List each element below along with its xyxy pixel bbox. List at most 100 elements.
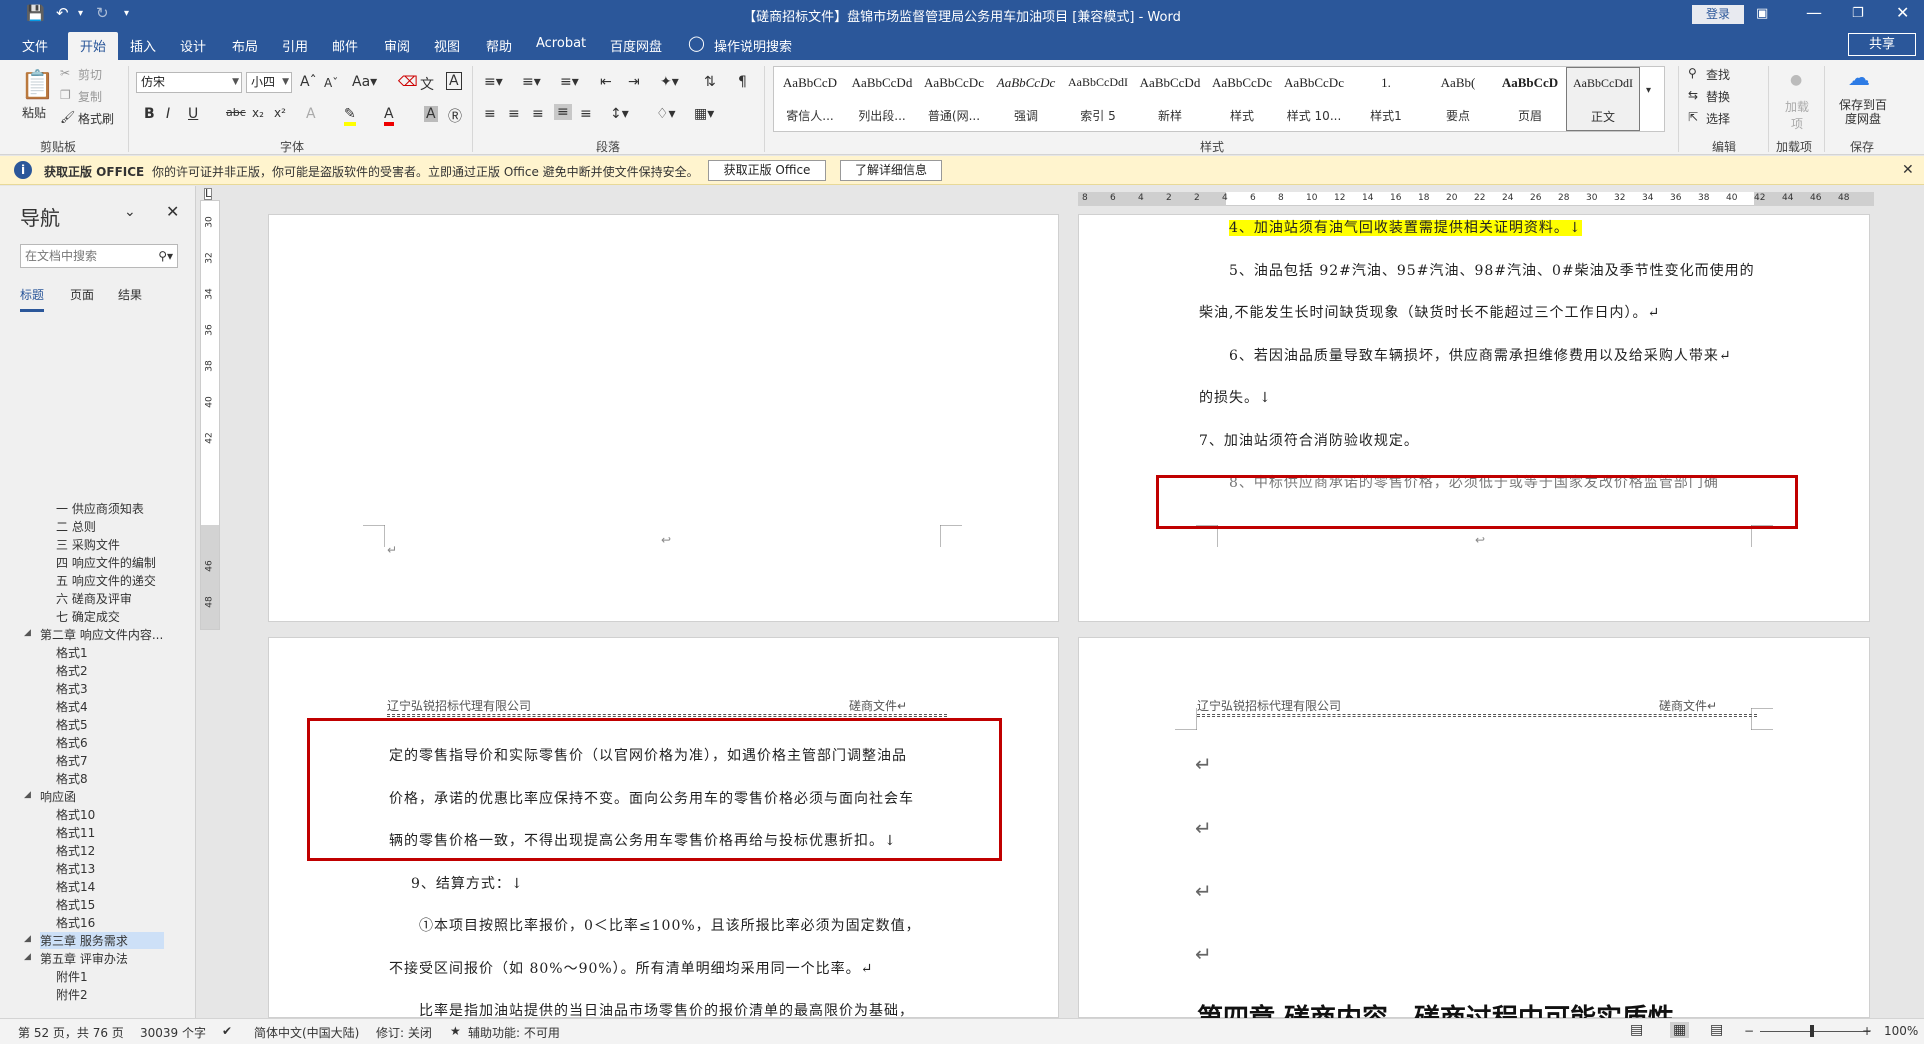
style-item[interactable]: AaBbCcD 页眉 — [1494, 67, 1566, 131]
justify-icon[interactable]: ≡ — [554, 104, 572, 120]
print-layout-icon[interactable]: ▦ — [1670, 1022, 1690, 1038]
bullets-icon[interactable]: ≡▾ — [484, 74, 503, 90]
web-layout-icon[interactable]: ▤ — [1710, 1022, 1723, 1038]
horizontal-ruler[interactable]: 8 6 4 2 2 4 6 8 10 12 14 16 18 20 22 24 26 28 30 32 34 36 38 40… — [1078, 192, 1874, 206]
nav-heading-item[interactable]: 五 响应文件的递交 — [56, 572, 156, 589]
style-item[interactable]: AaBb(要点 — [1422, 67, 1494, 131]
phonetic-guide-icon[interactable]: 文 — [420, 74, 434, 94]
char-border-icon[interactable]: A — [446, 72, 462, 90]
chinese-layout-icon[interactable]: ✦▾ — [660, 74, 679, 90]
underline-icon[interactable]: U — [188, 106, 198, 122]
style-item[interactable]: AaBbCcDd 新样 — [1134, 67, 1206, 131]
style-item[interactable]: AaBbCcDc 样式 10... — [1278, 67, 1350, 131]
decrease-indent-icon[interactable]: ⇤ — [600, 74, 612, 90]
nav-tab-pages[interactable]: 页面 — [70, 286, 94, 303]
tab-selector-icon[interactable]: L — [204, 188, 213, 200]
tab-help[interactable]: 帮助 — [486, 36, 512, 55]
char-shading-icon[interactable]: A — [424, 106, 438, 122]
nav-heading-item[interactable]: 格式14 — [56, 878, 95, 895]
format-painter-button[interactable]: 格式刷 — [78, 110, 114, 127]
nav-heading-item[interactable]: 格式16 — [56, 914, 95, 931]
tab-home[interactable]: 开始 — [68, 32, 119, 60]
font-size-select[interactable]: 小四 ▼ — [246, 72, 292, 93]
nav-heading-item[interactable]: 格式1 — [56, 644, 88, 661]
borders-icon[interactable]: ▦▾ — [694, 106, 714, 122]
vertical-ruler[interactable]: 30 32 34 36 38 40 42 46 48 — [200, 200, 220, 630]
tab-file[interactable]: 文件 — [22, 36, 48, 55]
change-case-icon[interactable]: Aa▾ — [352, 74, 377, 90]
cut-icon[interactable]: ✂ — [60, 66, 70, 80]
tab-review[interactable]: 审阅 — [384, 36, 410, 55]
style-item[interactable]: AaBbCcDc 强调 — [990, 67, 1062, 131]
multilevel-list-icon[interactable]: ≡▾ — [560, 74, 579, 90]
nav-heading-item[interactable]: 格式2 — [56, 662, 88, 679]
highlight-icon[interactable]: ✎ — [344, 106, 356, 126]
document-page[interactable]: ↵ ↩ — [268, 214, 1059, 622]
document-page[interactable]: 4、加油站须有油气回收装置需提供相关证明资料。↓ 5、油品包括 92#汽油、95… — [1078, 214, 1870, 622]
accessibility[interactable]: 辅助功能: 不可用 — [468, 1024, 560, 1041]
track-changes[interactable]: 修订: 关闭 — [376, 1024, 432, 1041]
nav-heading-item[interactable]: 附件2 — [56, 986, 88, 1003]
zoom-out-icon[interactable]: − — [1744, 1024, 1754, 1038]
get-genuine-button[interactable]: 获取正版 Office — [708, 160, 826, 181]
proofing-icon[interactable]: ✔ — [222, 1024, 232, 1038]
style-item[interactable]: 1. 样式1 — [1350, 67, 1422, 131]
expand-caret-icon[interactable]: ◢ — [24, 934, 31, 944]
addins-icon[interactable]: ● — [1790, 72, 1802, 88]
nav-heading-item[interactable]: 三 采购文件 — [56, 536, 120, 553]
restore-icon[interactable]: ❐ — [1852, 6, 1864, 21]
minimize-icon[interactable]: — — [1806, 3, 1822, 22]
style-item[interactable]: AaBbCcD 寄信人... — [774, 67, 846, 131]
nav-heading-item[interactable]: 格式10 — [56, 806, 95, 823]
nav-close-icon[interactable]: ✕ — [166, 202, 179, 221]
find-button[interactable]: 查找 — [1706, 66, 1730, 83]
grow-font-icon[interactable]: Aˆ — [300, 74, 317, 90]
strikethrough-icon[interactable]: abc — [226, 106, 246, 119]
tab-acrobat[interactable]: Acrobat — [536, 36, 586, 51]
select-button[interactable]: 选择 — [1706, 110, 1730, 127]
nav-heading-item[interactable]: 六 磋商及评审 — [56, 590, 132, 607]
select-icon[interactable]: ⇱ — [1688, 110, 1698, 124]
save-to-baidu-button[interactable]: 保存到百度网盘 — [1836, 98, 1890, 126]
zoom-in-icon[interactable]: + — [1862, 1024, 1872, 1038]
tab-baidu[interactable]: 百度网盘 — [610, 36, 662, 55]
sort-icon[interactable]: ⇅ — [704, 74, 716, 90]
enclose-char-icon[interactable]: Ⓡ — [448, 106, 462, 126]
nav-heading-item[interactable]: 格式12 — [56, 842, 95, 859]
nav-heading-item[interactable]: 七 确定成交 — [56, 608, 120, 625]
cut-button[interactable]: 剪切 — [78, 66, 102, 83]
style-item[interactable]: AaBbCcDd 列出段... — [846, 67, 918, 131]
gallery-more-icon[interactable]: ▾ — [1646, 85, 1651, 96]
share-button[interactable]: 共享 — [1848, 33, 1916, 56]
nav-heading-item[interactable]: 一 供应商须知表 — [56, 500, 144, 517]
font-color-icon[interactable]: A — [384, 106, 394, 126]
nav-heading-item[interactable]: 第三章 服务需求 — [40, 932, 164, 949]
distributed-icon[interactable]: ≡ — [580, 106, 592, 122]
tell-me-search[interactable]: 操作说明搜索 — [714, 36, 792, 55]
nav-heading-item[interactable]: 第五章 评审办法 — [40, 950, 128, 967]
copy-icon[interactable]: ❐ — [60, 88, 71, 102]
zoom-slider[interactable] — [1760, 1031, 1870, 1032]
style-item[interactable]: AaBbCcDdI 索引 5 — [1062, 67, 1134, 131]
replace-icon[interactable]: ⇆ — [1688, 88, 1698, 102]
nav-heading-item[interactable]: 格式8 — [56, 770, 88, 787]
align-right-icon[interactable]: ≡ — [532, 106, 544, 122]
document-page[interactable]: 辽宁弘锐招标代理有限公司 磋商文件↵ ↵ ↵ ↵ ↵ 第四章 磋商内容、磋商过程… — [1078, 637, 1870, 1034]
copy-button[interactable]: 复制 — [78, 88, 102, 105]
nav-heading-item[interactable]: 格式6 — [56, 734, 88, 751]
nav-tab-results[interactable]: 结果 — [118, 286, 142, 303]
tab-design[interactable]: 设计 — [180, 36, 206, 55]
accessibility-icon[interactable]: ★ — [450, 1024, 461, 1038]
nav-heading-item[interactable]: 四 响应文件的编制 — [56, 554, 156, 571]
style-item-selected[interactable]: AaBbCcDdI 正文 — [1566, 67, 1640, 131]
replace-button[interactable]: 替换 — [1706, 88, 1730, 105]
align-left-icon[interactable]: ≡ — [484, 106, 496, 122]
shrink-font-icon[interactable]: Aˇ — [324, 76, 338, 90]
expand-caret-icon[interactable]: ◢ — [24, 628, 31, 638]
line-spacing-icon[interactable]: ↕▾ — [610, 106, 629, 122]
language[interactable]: 简体中文(中国大陆) — [254, 1024, 359, 1041]
paste-button[interactable]: 粘贴 — [22, 104, 46, 121]
increase-indent-icon[interactable]: ⇥ — [628, 74, 640, 90]
nav-heading-item[interactable]: 格式4 — [56, 698, 88, 715]
show-marks-icon[interactable]: ¶ — [738, 74, 747, 90]
